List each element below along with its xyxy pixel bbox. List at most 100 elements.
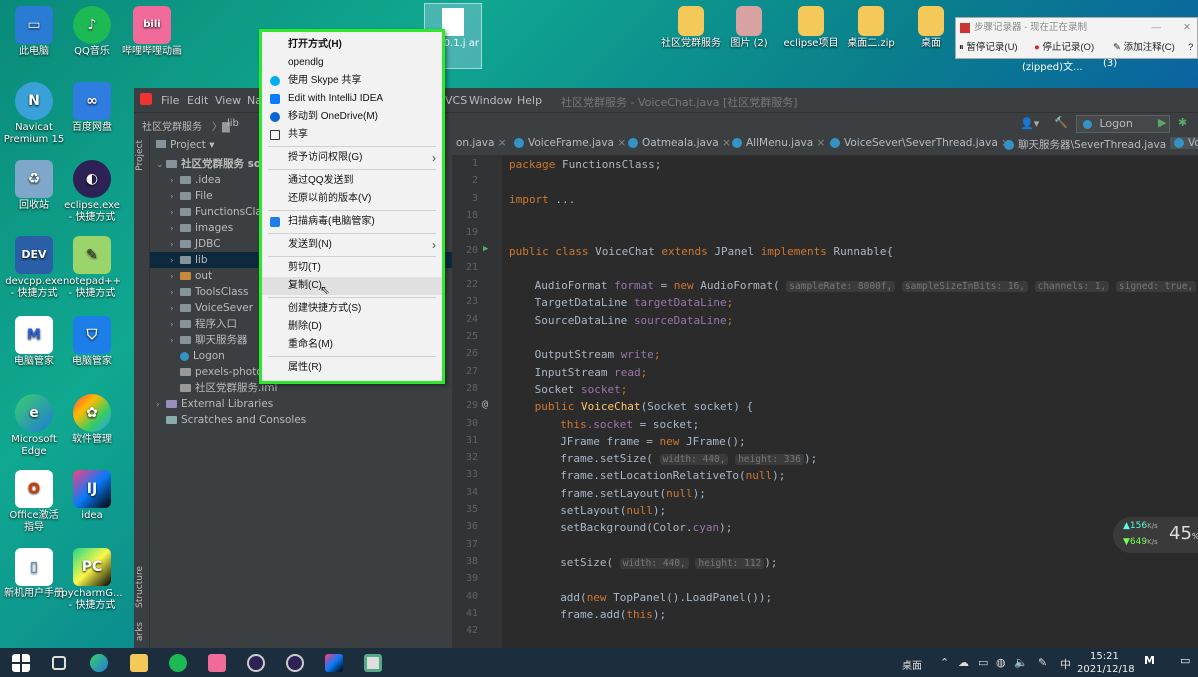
desktop-folder-1[interactable]: 社区党群服务 bbox=[660, 6, 722, 50]
task-view-icon[interactable] bbox=[52, 656, 66, 670]
context-menu-item[interactable]: opendlg bbox=[262, 54, 442, 72]
tree-item[interactable]: Logon bbox=[170, 348, 225, 364]
network-icon[interactable]: ◍ bbox=[996, 656, 1006, 669]
chevron-icon[interactable]: › bbox=[170, 285, 180, 301]
desktop-icon-office[interactable]: O Office激活 指导 bbox=[3, 470, 65, 534]
close-icon[interactable]: × bbox=[617, 137, 626, 149]
tree-item[interactable]: › lib bbox=[170, 252, 208, 268]
context-menu-item[interactable]: Edit with IntelliJ IDEA bbox=[262, 90, 442, 108]
bilibili-icon[interactable] bbox=[208, 654, 226, 672]
context-menu-item[interactable]: 删除(D) bbox=[262, 318, 442, 336]
help-icon[interactable]: ? bbox=[1188, 38, 1193, 58]
chevron-icon[interactable]: › bbox=[170, 301, 180, 317]
context-menu-item[interactable]: 发送到(N) › bbox=[262, 236, 442, 254]
desktop-icon-edge[interactable]: e Microsoft Edge bbox=[3, 394, 65, 458]
context-menu-item[interactable]: 创建快捷方式(S) bbox=[262, 300, 442, 318]
build-icon[interactable]: 🔨 bbox=[1054, 116, 1068, 129]
breadcrumb-project[interactable]: 社区党群服务 bbox=[142, 118, 202, 133]
menu-vcs[interactable]: VCS bbox=[445, 94, 467, 107]
notification-icon[interactable]: ▭ bbox=[1180, 654, 1190, 667]
pen-icon[interactable]: ✎ bbox=[1038, 656, 1047, 669]
chevron-icon[interactable]: › bbox=[170, 253, 180, 269]
psr-add-comment-button[interactable]: ✎ 添加注释(C) bbox=[1113, 38, 1175, 58]
context-menu-item[interactable]: 复制(C) bbox=[262, 277, 442, 295]
run-icon[interactable]: ▶ bbox=[1158, 116, 1166, 129]
desktop-icon-notepadpp[interactable]: ✎ notepad++ - 快捷方式 bbox=[61, 236, 123, 300]
bookmarks-tool-tab[interactable]: arks bbox=[135, 622, 145, 641]
context-menu-item[interactable]: 使用 Skype 共享 bbox=[262, 72, 442, 90]
desktop-icon-software-manager[interactable]: ✿ 软件管理 bbox=[61, 394, 123, 446]
eclipse-icon[interactable] bbox=[247, 654, 265, 672]
tree-item[interactable]: › ToolsClass bbox=[170, 284, 249, 300]
onedrive-icon[interactable]: ☁ bbox=[958, 656, 969, 669]
intellij-icon[interactable] bbox=[325, 654, 343, 672]
tab-allmenu[interactable]: AllMenu.java × bbox=[732, 137, 825, 149]
desktop-icon-devcpp[interactable]: DEV devcpp.exe - 快捷方式 bbox=[3, 236, 65, 300]
desktop-folder-3[interactable]: eclipse项目 bbox=[780, 6, 842, 50]
tree-item[interactable]: › out bbox=[170, 268, 212, 284]
tree-item[interactable]: › VoiceSever bbox=[170, 300, 253, 316]
psr-stop-button[interactable]: ● 停止记录(O) bbox=[1034, 38, 1094, 58]
desktop-icon-pc-manager[interactable]: M 电脑管家 bbox=[3, 316, 65, 368]
desktop-icon-qq-music[interactable]: ♪ QQ音乐 bbox=[61, 6, 123, 58]
run-config-select[interactable]: Logon ▾ bbox=[1076, 115, 1170, 133]
context-menu-item[interactable]: 还原以前的版本(V) bbox=[262, 190, 442, 208]
tree-item[interactable]: pexels-photo bbox=[170, 364, 263, 380]
chevron-icon[interactable]: › bbox=[170, 237, 180, 253]
psr-pause-button[interactable]: ⏸ 暂停记录(U) bbox=[959, 38, 1018, 58]
structure-tool-tab[interactable]: Structure bbox=[135, 566, 145, 608]
context-menu-item[interactable]: 扫描病毒(电脑管家) bbox=[262, 213, 442, 231]
eclipse-2-icon[interactable] bbox=[286, 654, 304, 672]
context-menu-item[interactable]: 通过QQ发送到 bbox=[262, 172, 442, 190]
context-menu-item[interactable]: 重命名(M) bbox=[262, 336, 442, 354]
pc-manager-icon[interactable]: M bbox=[1144, 654, 1155, 667]
run-gutter-icon[interactable]: ▶ bbox=[483, 244, 488, 254]
tree-item[interactable]: › 程序入口 bbox=[170, 316, 237, 332]
desktop-zip[interactable]: 桌面二.zip bbox=[840, 6, 902, 50]
chevron-icon[interactable]: › bbox=[170, 221, 180, 237]
tree-item[interactable]: › .idea bbox=[170, 172, 221, 188]
minimize-icon[interactable]: — bbox=[1152, 18, 1162, 38]
volume-icon[interactable]: 🔈 bbox=[1014, 656, 1028, 669]
context-menu-item[interactable]: 属性(R) bbox=[262, 359, 442, 377]
tab-voicesever-thread[interactable]: VoiceSever\SeverThread.java × bbox=[830, 137, 1010, 149]
clock-time[interactable]: 15:21 bbox=[1090, 651, 1119, 662]
desktop-icon-bilibili[interactable]: bili 哔哩哔哩动画 bbox=[121, 6, 183, 58]
chevron-icon[interactable]: › bbox=[156, 397, 166, 413]
desktop-icon-this-pc[interactable]: ▭ 此电脑 bbox=[3, 6, 65, 58]
chevron-icon[interactable]: › bbox=[170, 269, 180, 285]
tree-item[interactable]: › FunctionsClas bbox=[170, 204, 267, 220]
tree-item[interactable]: › images bbox=[170, 220, 233, 236]
chevron-icon[interactable]: › bbox=[170, 205, 180, 221]
qq-music-icon[interactable] bbox=[169, 654, 187, 672]
chevron-icon[interactable]: ⌄ bbox=[156, 157, 166, 173]
tree-item[interactable]: ⌄ 社区党群服务 so bbox=[156, 156, 261, 172]
desktop-icon-pycharm[interactable]: PC pycharmG... - 快捷方式 bbox=[61, 548, 123, 612]
project-view-selector[interactable]: Project ▾ bbox=[156, 139, 215, 151]
tree-item[interactable]: › JDBC bbox=[170, 236, 221, 252]
desktop-icon-manual[interactable]: ▯ 新机用户手册 bbox=[3, 548, 65, 600]
context-menu-item[interactable]: 剪切(T) bbox=[262, 259, 442, 277]
chevron-icon[interactable]: › bbox=[170, 189, 180, 205]
tab-chat-server-thread[interactable]: 聊天服务器\SeverThread.java × bbox=[1004, 137, 1178, 152]
chevron-icon[interactable]: › bbox=[170, 333, 180, 349]
close-icon[interactable]: × bbox=[817, 137, 826, 149]
steps-recorder-icon[interactable] bbox=[364, 654, 382, 672]
menu-help[interactable]: Help bbox=[517, 94, 542, 107]
chevron-icon[interactable]: › bbox=[170, 317, 180, 333]
desktop-icon-navicat[interactable]: N Navicat Premium 15 bbox=[3, 82, 65, 146]
tree-item[interactable]: › 聊天服务器 bbox=[170, 332, 248, 348]
close-icon[interactable]: × bbox=[498, 137, 507, 149]
windows-start-icon[interactable] bbox=[12, 654, 30, 672]
tray-chevron-icon[interactable]: ⌃ bbox=[940, 656, 949, 669]
edge-icon[interactable] bbox=[90, 654, 108, 672]
breadcrumb-lib[interactable]: lib bbox=[227, 118, 239, 129]
project-tool-tab[interactable]: Project bbox=[135, 140, 145, 171]
desktop-icon-pc-manager-2[interactable]: ⛉ 电脑管家 bbox=[61, 316, 123, 368]
tab-partial[interactable]: on.java × bbox=[456, 137, 507, 149]
context-menu-item[interactable]: 授予访问权限(G) › bbox=[262, 149, 442, 167]
desktop-icon-recycle-bin[interactable]: ♻ 回收站 bbox=[3, 160, 65, 212]
user-icon[interactable]: 👤▾ bbox=[1020, 117, 1039, 130]
desktop-folder-4[interactable]: 桌面 bbox=[900, 6, 962, 50]
steps-recorder-window[interactable]: 步骤记录器 - 现在正在录制 — ✕ ⏸ 暂停记录(U) ● 停止记录(O) ✎… bbox=[955, 17, 1198, 59]
